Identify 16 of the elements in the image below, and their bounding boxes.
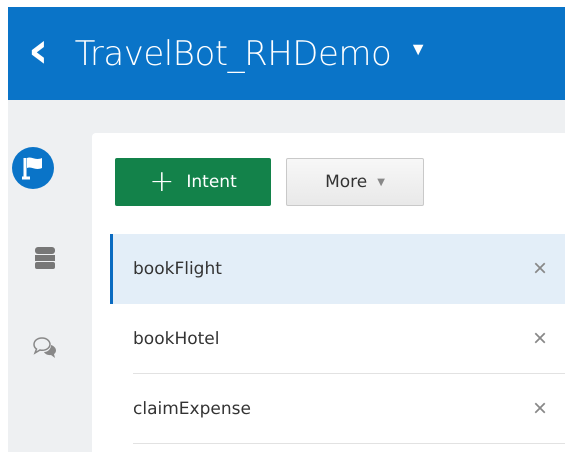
bot-title: TravelBot_RHDemo xyxy=(74,34,392,74)
more-button[interactable]: More ▼ xyxy=(286,158,424,206)
title-dropdown-caret[interactable]: ▼ xyxy=(409,39,428,68)
remove-button[interactable]: × xyxy=(532,257,547,281)
intent-row[interactable]: bookFlight × xyxy=(110,234,565,304)
remove-button[interactable]: × xyxy=(532,397,547,421)
remove-button[interactable]: × xyxy=(532,327,547,351)
intent-name: claimExpense xyxy=(133,399,251,419)
chat-icon xyxy=(33,337,57,359)
database-icon xyxy=(35,247,55,269)
flag-icon xyxy=(22,156,44,180)
intent-name: bookFlight xyxy=(133,259,222,279)
intent-name: bookHotel xyxy=(133,329,220,349)
add-intent-button[interactable]: + Intent xyxy=(115,158,271,206)
back-button[interactable]: ‹ xyxy=(28,24,49,82)
sidebar-item[interactable] xyxy=(12,147,54,189)
